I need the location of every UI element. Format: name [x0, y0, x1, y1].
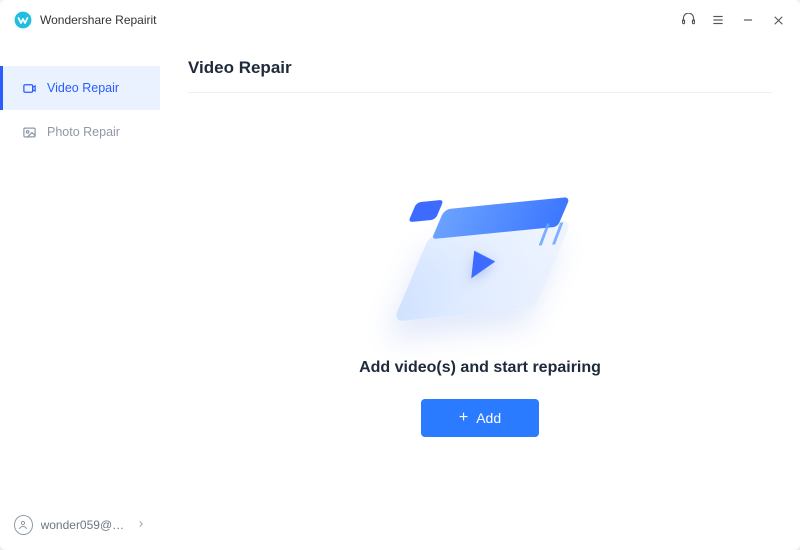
photo-repair-icon: [21, 124, 37, 140]
sidebar-item-video-repair[interactable]: Video Repair: [0, 66, 160, 110]
sidebar-item-label: Video Repair: [47, 81, 119, 95]
sidebar-items: Video Repair Photo Repair: [0, 66, 160, 500]
plus-icon: +: [459, 410, 468, 426]
menu-icon[interactable]: [710, 12, 726, 28]
app-title: Wondershare Repairit: [40, 13, 157, 27]
sidebar-item-label: Photo Repair: [47, 125, 120, 139]
main-panel: Video Repair Add video(s) and start repa…: [160, 40, 800, 550]
app-logo-icon: [14, 11, 32, 29]
chevron-right-icon: [136, 518, 146, 532]
empty-state: Add video(s) and start repairing + Add: [188, 93, 772, 530]
account-username: wonder059@16...: [41, 518, 128, 532]
account-bar[interactable]: wonder059@16...: [0, 500, 160, 550]
video-illustration: [385, 187, 575, 337]
add-button[interactable]: + Add: [421, 399, 539, 437]
window-actions: [680, 12, 786, 28]
close-icon[interactable]: [770, 12, 786, 28]
empty-state-prompt: Add video(s) and start repairing: [359, 359, 601, 377]
app-logo-wrap: Wondershare Repairit: [14, 11, 157, 29]
video-repair-icon: [21, 80, 37, 96]
avatar-icon: [14, 515, 33, 535]
title-bar: Wondershare Repairit: [0, 0, 800, 40]
sidebar-item-photo-repair[interactable]: Photo Repair: [0, 110, 160, 154]
app-body: Video Repair Photo Repair: [0, 40, 800, 550]
minimize-icon[interactable]: [740, 12, 756, 28]
sidebar: Video Repair Photo Repair: [0, 40, 160, 550]
add-button-label: Add: [476, 410, 501, 426]
app-window: Wondershare Repairit: [0, 0, 800, 550]
support-icon[interactable]: [680, 12, 696, 28]
page-title: Video Repair: [188, 50, 772, 93]
